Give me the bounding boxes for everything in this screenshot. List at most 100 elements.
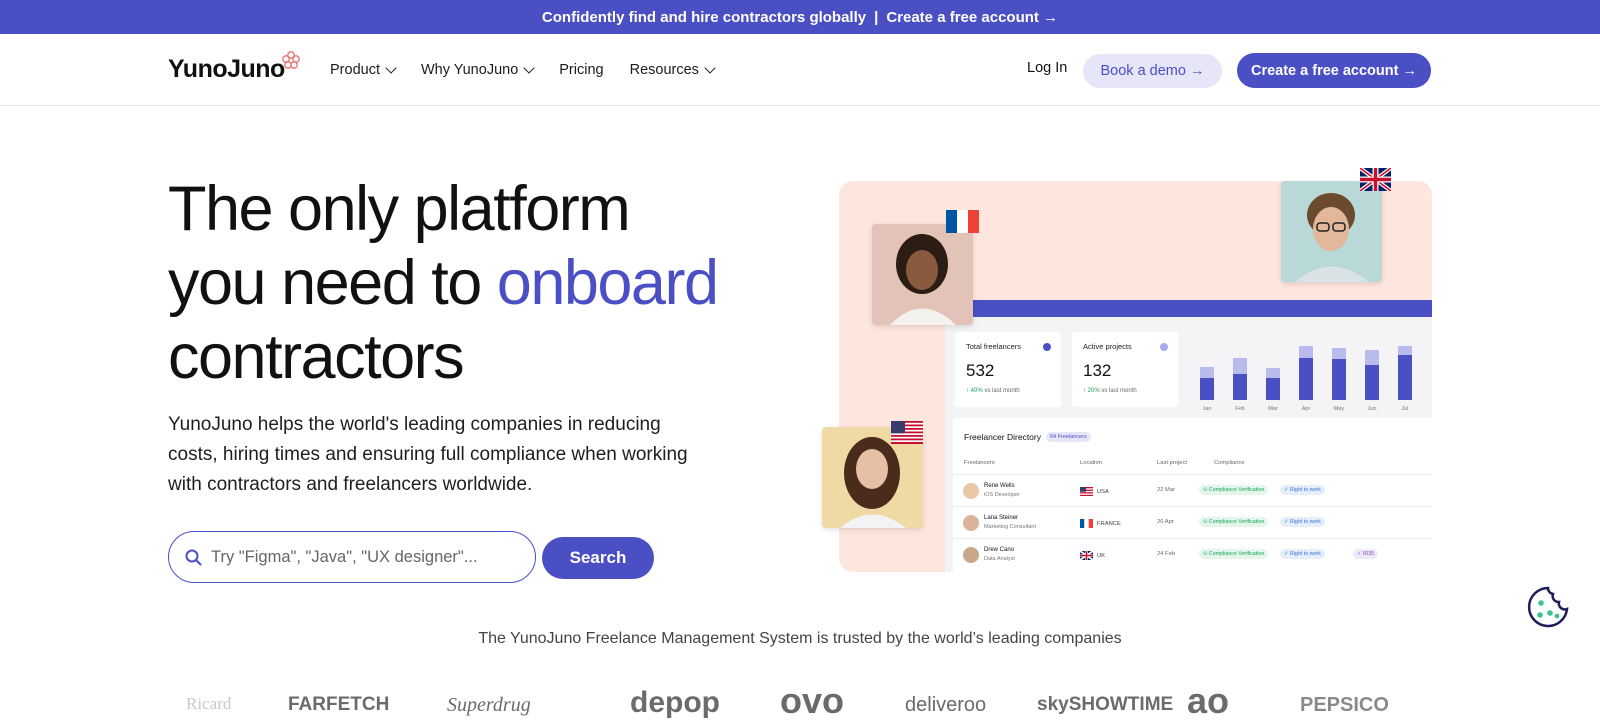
bar-label: Jun [1367, 406, 1377, 412]
bar-segment-base [1398, 355, 1412, 400]
freelancer-location: USA [1080, 487, 1109, 496]
search-input[interactable] [211, 547, 511, 567]
tag-text: Right to work [1289, 551, 1321, 557]
bar-segment-base [1299, 358, 1313, 400]
column-header: Compliance [1214, 460, 1245, 466]
table-row: Lana Steiner Marketing Consultant FRANCE… [953, 506, 1432, 538]
banner-separator: | [874, 8, 879, 26]
search-icon [185, 549, 202, 565]
monthly-bar-chart: Jan Feb Mar Apr May Jun Jul [1190, 332, 1432, 412]
bar-jul [1398, 346, 1412, 400]
book-demo-button[interactable]: Book a demo → [1083, 54, 1222, 88]
stat-card-freelancers: Total freelancers 532 ↑ 40% vs last mont… [955, 332, 1061, 407]
hero-title-line1: The only platform [168, 174, 631, 244]
banner-link[interactable]: Create a free account → [886, 9, 1058, 26]
france-flag-icon [1080, 519, 1093, 528]
bar-label: Jul [1401, 406, 1409, 412]
tag-text: Compliance Verification [1208, 551, 1265, 557]
bar-segment-total [1398, 346, 1412, 355]
column-header: Location [1080, 460, 1102, 466]
us-flag-icon [1080, 487, 1093, 496]
bar-feb [1233, 358, 1247, 400]
avatar [963, 547, 979, 563]
right-to-work-tag: ✓ Right to work [1280, 549, 1325, 559]
bar-segment-base [1233, 374, 1247, 400]
bar-jun [1365, 350, 1379, 400]
login-link[interactable]: Log In [1027, 60, 1067, 76]
search-box[interactable] [168, 531, 536, 583]
hero-title-line3: contractors [168, 322, 465, 392]
tag-text: IR35 [1362, 551, 1375, 557]
client-logo-superdrug: Superdrug [447, 694, 531, 716]
man-portrait-icon [1281, 181, 1382, 282]
freelancer-name: Drew Cano [984, 547, 1015, 553]
freelancer-role: Data Analyst [984, 556, 1015, 562]
stat-trend: ↑ 40% vs last month [966, 388, 1050, 394]
client-logo-pepsico: PEPSICO [1300, 694, 1389, 716]
tag-text: Compliance Verification [1208, 519, 1265, 525]
nav-why-yunojuno[interactable]: Why YunoJuno [420, 62, 535, 78]
avatar [963, 515, 979, 531]
stat-trend-value: 40% [970, 388, 983, 394]
logo[interactable]: YunoJuno [168, 51, 300, 86]
nav-resources[interactable]: Resources [629, 62, 716, 78]
stat-value: 532 [966, 361, 995, 380]
freelancer-name: Lana Steiner [984, 515, 1019, 521]
bar-label: May [1333, 406, 1345, 412]
column-header: Last project [1157, 460, 1187, 466]
freelancer-location: FRANCE [1080, 519, 1121, 528]
bar-segment-total [1299, 346, 1313, 358]
location-text: FRANCE [1097, 520, 1121, 527]
chevron-down-icon [704, 62, 716, 74]
top-banner[interactable]: Confidently find and hire contractors gl… [0, 0, 1600, 34]
logo-text: YunoJuno [168, 54, 285, 83]
freelancer-photo-france [872, 224, 973, 325]
client-logo-depop: depop [630, 686, 720, 719]
bar-label: Feb [1235, 406, 1245, 412]
nav-product-label: Product [330, 62, 380, 78]
stat-trend: ↑ 20% vs last month [1083, 388, 1167, 394]
bar-segment-base [1332, 359, 1346, 400]
main-nav: YunoJuno Product Why YunoJuno Pricing Re… [0, 34, 1600, 106]
bar-label: Apr [1301, 406, 1311, 412]
client-logo-ricard: Ricard [186, 694, 232, 713]
bar-segment-total [1266, 368, 1280, 378]
location-text: USA [1097, 488, 1109, 495]
bar-segment-total [1332, 348, 1346, 359]
nav-product[interactable]: Product [330, 62, 397, 78]
client-logo-skyshowtime: skySHOWTIME [1037, 694, 1174, 715]
bar-segment-base [1266, 378, 1280, 400]
chevron-down-icon [385, 62, 397, 74]
right-to-work-tag: ✓ Right to work [1280, 485, 1325, 495]
client-logo-ovo: ovo [780, 680, 845, 721]
ir35-tag: ✓ IR35 [1353, 549, 1379, 559]
stat-label: Active projects [1083, 342, 1132, 351]
nav-resources-label: Resources [629, 62, 699, 78]
search-button[interactable]: Search [542, 537, 654, 579]
nav-why-label: Why YunoJuno [420, 62, 519, 78]
flower-logo-icon [282, 51, 300, 69]
chevron-down-icon [523, 62, 535, 74]
client-logo-farfetch: FARFETCH [288, 694, 390, 715]
bar-segment-total [1365, 350, 1379, 365]
client-logo-ao: ao [1187, 680, 1230, 721]
uk-flag-icon [1080, 551, 1093, 560]
hero-title: The only platform you need to onboard co… [168, 172, 788, 394]
hero-title-line2-text: you need to [168, 248, 497, 318]
nav-pricing[interactable]: Pricing [559, 62, 603, 78]
cookie-icon[interactable] [1526, 585, 1570, 629]
bar-segment-base [1365, 365, 1379, 400]
uk-flag-icon [1360, 168, 1391, 191]
create-account-button[interactable]: Create a free account → [1237, 53, 1431, 88]
avatar [963, 483, 979, 499]
freelancer-role: Marketing Consultant [984, 524, 1036, 530]
column-header: Freelancers [964, 460, 995, 466]
bar-label: Jan [1202, 406, 1212, 412]
france-flag-icon [946, 210, 979, 233]
table-row: Rene Wells iOS Developer USA 22 Mar ⊙ Co… [953, 474, 1432, 506]
table-row: Drew Cano Data Analyst UK 24 Feb ⊙ Compl… [953, 538, 1432, 570]
bar-mar [1266, 368, 1280, 400]
directory-header: Freelancer Directory 64 Freelancers [964, 432, 1091, 442]
compliance-tag: ⊙ Compliance Verification [1199, 485, 1269, 495]
bar-apr [1299, 346, 1313, 400]
